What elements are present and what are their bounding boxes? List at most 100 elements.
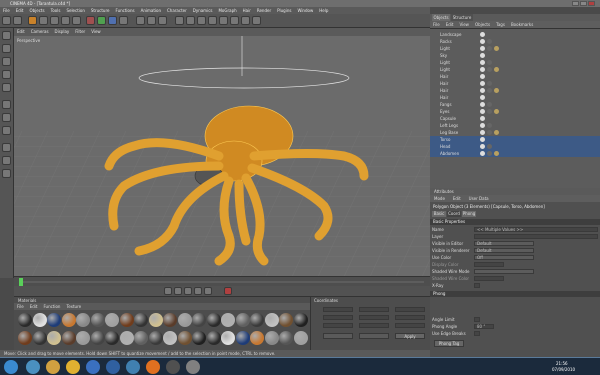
menu-help[interactable]: Help <box>316 7 331 14</box>
object-mode-icon[interactable] <box>2 57 11 66</box>
object-tag-icon[interactable] <box>487 81 492 86</box>
snap-icon[interactable] <box>2 143 11 152</box>
attr-menu-edit[interactable]: Edit <box>449 195 465 202</box>
object-tag-icon[interactable] <box>487 130 492 135</box>
attr-name-field[interactable]: << Multiple Values >> <box>474 227 598 232</box>
object-row[interactable]: Eyes <box>430 108 600 115</box>
start-button-icon[interactable] <box>4 360 18 374</box>
material-swatch[interactable] <box>293 331 308 345</box>
attr-shaded-wire-color[interactable] <box>474 276 504 281</box>
material-swatch[interactable] <box>134 313 148 327</box>
material-swatch[interactable] <box>18 313 32 327</box>
object-tag-icon[interactable] <box>487 67 492 72</box>
menu-hair[interactable]: Hair <box>240 7 254 14</box>
material-swatch[interactable] <box>177 313 192 327</box>
menu-character[interactable]: Character <box>164 7 190 14</box>
viewport-menu-edit[interactable]: Edit <box>14 28 28 36</box>
app-icon[interactable] <box>186 360 200 374</box>
last-tool-icon[interactable] <box>72 16 81 25</box>
material-swatch[interactable] <box>105 331 119 345</box>
menu-structure[interactable]: Structure <box>88 7 113 14</box>
chrome-icon[interactable] <box>66 360 80 374</box>
attr-shaded-wire-dropdown[interactable] <box>474 269 534 274</box>
material-swatch[interactable] <box>76 331 90 345</box>
attr-phong-angle-field[interactable]: 80 ° <box>474 324 494 329</box>
menu-window[interactable]: Window <box>294 7 316 14</box>
coord-position-z[interactable] <box>323 323 353 328</box>
material-menu-function[interactable]: Function <box>40 303 63 310</box>
attr-edge-breaks-checkbox[interactable] <box>474 331 480 336</box>
object-row[interactable]: Hair <box>430 94 600 101</box>
tab-objects[interactable]: Objects <box>432 14 450 21</box>
deformer-icon[interactable] <box>219 16 228 25</box>
material-swatch[interactable] <box>177 331 192 345</box>
scale-icon[interactable] <box>50 16 59 25</box>
menu-render[interactable]: Render <box>254 7 274 14</box>
app-icon[interactable] <box>106 360 120 374</box>
nurbs-icon[interactable] <box>197 16 206 25</box>
material-swatch[interactable] <box>250 331 264 345</box>
coord-mode-dropdown[interactable] <box>323 333 353 339</box>
object-row[interactable]: Hair <box>430 73 600 80</box>
material-swatch[interactable] <box>47 313 61 327</box>
redo-icon[interactable] <box>13 16 22 25</box>
minimize-button[interactable] <box>572 1 579 6</box>
viewport-menu-cameras[interactable]: Cameras <box>28 28 52 36</box>
cinema4d-icon[interactable] <box>166 360 180 374</box>
object-tag-icon[interactable] <box>487 151 492 156</box>
object-tag-icon[interactable] <box>487 144 492 149</box>
object-tag-icon[interactable] <box>480 88 485 93</box>
attr-angle-limit-checkbox[interactable] <box>474 317 480 322</box>
object-tag-icon[interactable] <box>480 116 485 121</box>
material-swatch[interactable] <box>148 313 163 327</box>
object-row[interactable]: Capsule <box>430 115 600 122</box>
object-row-selected[interactable]: Head <box>430 143 600 150</box>
go-to-end-icon[interactable] <box>204 287 212 295</box>
material-swatch[interactable] <box>163 331 177 345</box>
timeline-playhead[interactable] <box>19 278 23 286</box>
viewport-menu-display[interactable]: Display <box>52 28 73 36</box>
material-swatch[interactable] <box>221 331 235 345</box>
object-tag-icon[interactable] <box>480 46 485 51</box>
coord-size-x[interactable] <box>359 307 389 312</box>
viewport-menu-view[interactable]: View <box>88 28 104 36</box>
perspective-viewport[interactable]: Perspective <box>14 36 430 276</box>
attr-tab-phong[interactable]: Phong <box>462 211 476 217</box>
object-tag-icon[interactable] <box>487 123 492 128</box>
material-swatch[interactable] <box>32 313 47 327</box>
object-tag-icon[interactable] <box>487 46 492 51</box>
material-swatch[interactable] <box>192 331 206 345</box>
object-tag-icon[interactable] <box>494 88 499 93</box>
render-view-icon[interactable] <box>136 16 145 25</box>
y-axis-icon[interactable] <box>97 16 106 25</box>
attr-tab-basic[interactable]: Basic <box>432 211 446 217</box>
material-swatch[interactable] <box>119 331 134 345</box>
record-icon[interactable] <box>224 287 232 295</box>
coord-rotation-b[interactable] <box>395 323 425 328</box>
material-swatch[interactable] <box>250 313 264 327</box>
object-tag-icon[interactable] <box>480 102 485 107</box>
material-swatch[interactable] <box>134 331 148 345</box>
attr-tab-coord[interactable]: Coord <box>447 211 461 217</box>
attr-layer-field[interactable] <box>474 234 598 239</box>
object-tag-icon[interactable] <box>494 151 499 156</box>
attr-visible-editor-dropdown[interactable]: Default <box>474 241 534 246</box>
object-row[interactable]: Hair <box>430 80 600 87</box>
material-swatch[interactable] <box>279 331 293 345</box>
object-row[interactable]: Leg Base <box>430 129 600 136</box>
material-swatch[interactable] <box>206 313 221 327</box>
material-swatch[interactable] <box>61 313 76 327</box>
object-tag-icon[interactable] <box>480 109 485 114</box>
coord-rotation-h[interactable] <box>395 307 425 312</box>
attr-menu-user-data[interactable]: User Data <box>465 195 493 202</box>
material-swatch[interactable] <box>90 313 105 327</box>
object-tag-icon[interactable] <box>487 39 492 44</box>
material-swatch[interactable] <box>148 331 163 345</box>
previous-frame-icon[interactable] <box>174 287 182 295</box>
coord-size-dropdown[interactable] <box>359 333 389 339</box>
object-tag-icon[interactable] <box>480 53 485 58</box>
object-tag-icon[interactable] <box>480 137 485 142</box>
material-swatch[interactable] <box>90 331 105 345</box>
object-tag-icon[interactable] <box>494 130 499 135</box>
object-row[interactable]: Fangs <box>430 101 600 108</box>
